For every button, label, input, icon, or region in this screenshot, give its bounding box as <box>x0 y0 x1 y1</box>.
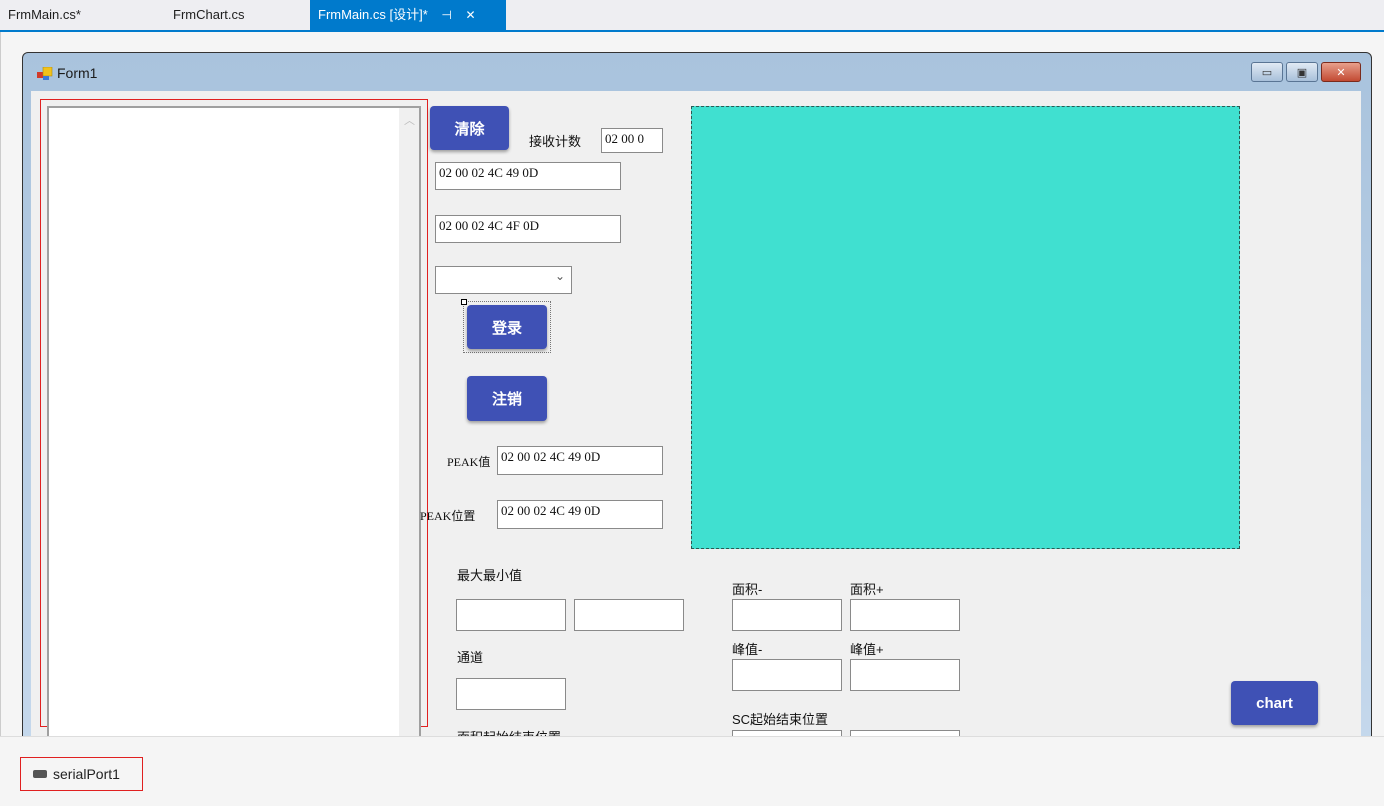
peak-value-label: PEAK值 <box>447 455 491 469</box>
area-plus-input[interactable] <box>850 599 960 631</box>
area-minus-label: 面积- <box>732 582 763 597</box>
resize-handle[interactable] <box>461 299 467 305</box>
tab-frmchart-cs[interactable]: FrmChart.cs <box>165 0 253 30</box>
receive-listbox[interactable]: ︿ <box>47 106 421 746</box>
receive-count-label: 接收计数 <box>529 134 582 149</box>
tab-frmmain-cs[interactable]: FrmMain.cs* <box>0 0 89 30</box>
channel-input[interactable] <box>456 678 566 710</box>
area-minus-input[interactable] <box>732 599 842 631</box>
form-icon <box>37 67 53 80</box>
chevron-down-icon[interactable]: ⌄ <box>555 269 565 283</box>
form-window[interactable]: Form1 ▭ ▣ ✕ ︿ 清除 接收计数 02 00 0 02 00 02 4… <box>22 52 1372 752</box>
tab-frmmain-design[interactable]: FrmMain.cs [设计]* ⊣ ✕ <box>310 0 506 30</box>
max-min-label: 最大最小值 <box>457 568 523 583</box>
channel-label: 通道 <box>457 650 484 665</box>
form-title: Form1 <box>57 65 98 81</box>
document-tab-bar: FrmMain.cs* FrmChart.cs FrmMain.cs [设计]*… <box>0 0 1384 32</box>
chart-button[interactable]: chart <box>1231 681 1318 725</box>
component-label: serialPort1 <box>53 766 120 782</box>
form-client-area: ︿ 清除 接收计数 02 00 0 02 00 02 4C 49 0D 02 0… <box>31 91 1361 751</box>
command2-input[interactable]: 02 00 02 4C 4F 0D <box>435 215 621 243</box>
chart-panel[interactable] <box>691 106 1240 549</box>
peak-minus-input[interactable] <box>732 659 842 691</box>
scroll-up-icon[interactable]: ︿ <box>404 112 415 128</box>
close-icon[interactable]: ✕ <box>466 8 476 22</box>
min-value-input[interactable] <box>574 599 684 631</box>
sc-range-label: SC起始结束位置 <box>732 712 829 727</box>
serialport-component[interactable]: serialPort1 <box>20 757 143 791</box>
tab-label: FrmMain.cs* <box>8 7 81 22</box>
tab-label: FrmMain.cs [设计]* <box>318 7 428 22</box>
max-value-input[interactable] <box>456 599 566 631</box>
serial-port-icon <box>33 770 47 778</box>
receive-count-input[interactable]: 02 00 0 <box>601 128 663 153</box>
peak-plus-input[interactable] <box>850 659 960 691</box>
close-button[interactable]: ✕ <box>1321 62 1361 82</box>
component-tray: serialPort1 <box>0 736 1384 806</box>
peak-minus-label: 峰值- <box>732 642 763 657</box>
pin-icon[interactable]: ⊣ <box>441 8 451 22</box>
peak-value-input[interactable]: 02 00 02 4C 49 0D <box>497 446 663 475</box>
peak-position-label: PEAK位置 <box>420 509 476 523</box>
clear-button[interactable]: 清除 <box>430 106 509 150</box>
tab-label: FrmChart.cs <box>173 7 245 22</box>
logout-button[interactable]: 注销 <box>467 376 547 421</box>
minimize-button[interactable]: ▭ <box>1251 62 1283 82</box>
area-plus-label: 面积+ <box>850 582 884 597</box>
port-combobox[interactable]: ⌄ <box>435 266 572 294</box>
maximize-button[interactable]: ▣ <box>1286 62 1318 82</box>
command1-input[interactable]: 02 00 02 4C 49 0D <box>435 162 621 190</box>
login-button[interactable]: 登录 <box>467 305 547 349</box>
peak-position-input[interactable]: 02 00 02 4C 49 0D <box>497 500 663 529</box>
window-controls: ▭ ▣ ✕ <box>1251 62 1361 82</box>
peak-plus-label: 峰值+ <box>850 642 884 657</box>
listbox-scrollbar[interactable]: ︿ <box>399 108 419 746</box>
